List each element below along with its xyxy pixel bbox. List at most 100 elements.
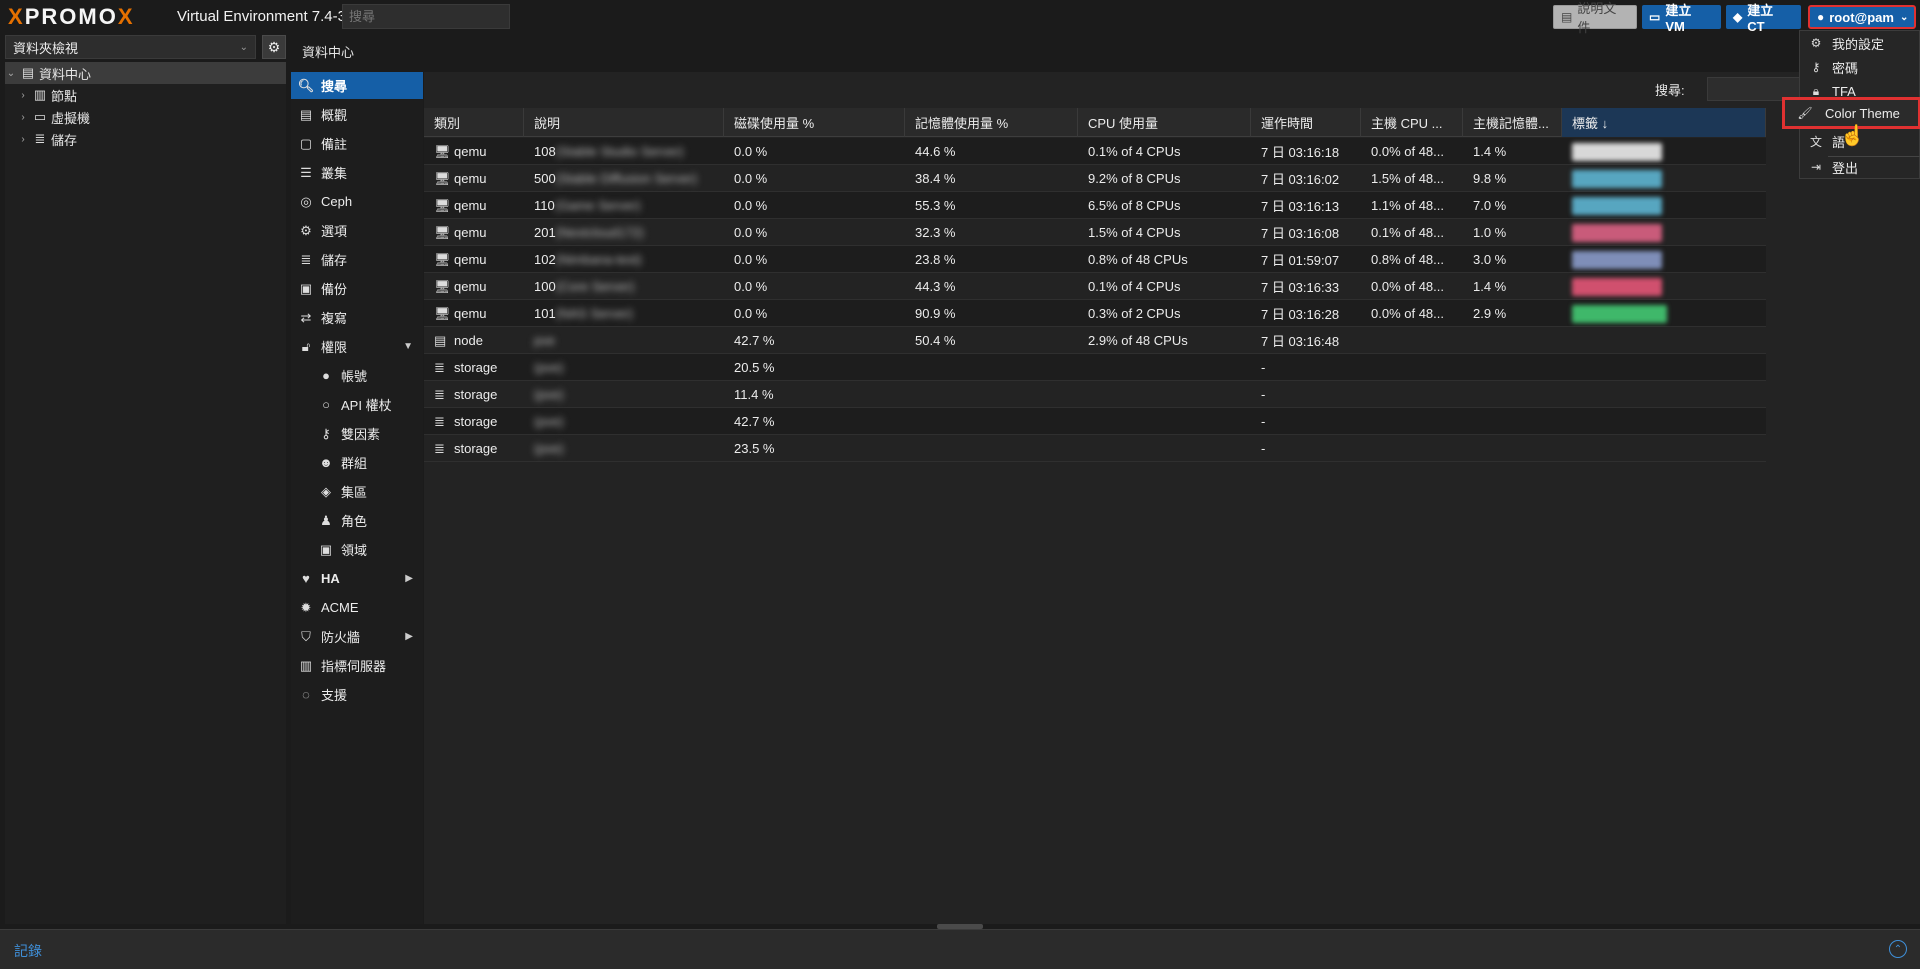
nav-item-realms[interactable]: ▣ 領域	[291, 536, 423, 563]
log-title[interactable]: 記錄	[14, 941, 42, 961]
user-menu-button[interactable]: ● root@pam ⌄	[1808, 5, 1916, 29]
resource-name: (NAS Server)	[555, 306, 633, 321]
table-row[interactable]: ≣ storage (pve) 11.4 % -	[424, 381, 1766, 408]
nav-item-ha[interactable]: ♥ HA ▶	[291, 565, 423, 592]
menu-item-password[interactable]: ⚷ 密碼	[1800, 55, 1920, 79]
table-cell: 🖥︎ qemu	[424, 165, 524, 192]
tree-item-nodes[interactable]: › ▥ 節點	[5, 84, 286, 106]
language-icon: 文	[1809, 134, 1822, 149]
table-row[interactable]: 🖥︎ qemu 100 (Core Server) 0.0 % 44.3 % 0.1% o…	[424, 273, 1766, 300]
table-cell: 2.9 %	[1463, 300, 1562, 327]
column-header[interactable]: CPU 使用量	[1078, 108, 1251, 137]
table-row[interactable]: ≣ storage (pve) 42.7 % -	[424, 408, 1766, 435]
table-row[interactable]: 🖥︎ qemu 102 (Nimbana-test) 0.0 % 23.8 % 0.8% …	[424, 246, 1766, 273]
table-cell: 1.4 %	[1463, 273, 1562, 300]
tag-badge[interactable]	[1572, 142, 1662, 161]
table-cell	[1361, 408, 1463, 435]
nav-item-roles[interactable]: ♟ 角色	[291, 507, 423, 534]
menu-label: Color Theme	[1825, 105, 1900, 121]
expand-icon[interactable]: ›	[17, 134, 29, 145]
table-row[interactable]: 🖥︎ qemu 101 (NAS Server) 0.0 % 90.9 % 0.3% of…	[424, 300, 1766, 327]
tree-item-datacenter[interactable]: ⌄ ▤ 資料中心	[5, 62, 286, 84]
nav-item-metric-server[interactable]: ▥ 指標伺服器	[291, 652, 423, 679]
column-header[interactable]: 磁碟使用量 %	[724, 108, 905, 137]
documentation-button[interactable]: ▤ 說明文件	[1553, 1, 1637, 35]
create-vm-button[interactable]: ▭ 建立 VM	[1642, 3, 1721, 34]
table-cell	[905, 435, 1078, 462]
expand-icon[interactable]: ›	[17, 90, 29, 101]
database-icon: ≣	[300, 251, 312, 267]
nav-item-cluster[interactable]: ☰ 叢集	[291, 159, 423, 186]
table-cell: 11.4 %	[724, 381, 905, 408]
proxmox-logo[interactable]: XPROMOX	[6, 4, 135, 30]
nav-item-replication[interactable]: ⇄ 複寫	[291, 304, 423, 331]
expand-icon[interactable]: ›	[17, 112, 29, 123]
column-header[interactable]: 主機 CPU ...	[1361, 108, 1463, 137]
global-search-input[interactable]	[342, 4, 510, 29]
caret-right-icon[interactable]: ▶	[405, 631, 413, 642]
nav-item-summary[interactable]: ▤ 概觀	[291, 101, 423, 128]
vm-running-icon: 🖥︎	[434, 251, 451, 267]
nav-item-notes[interactable]: ▢ 備註	[291, 130, 423, 157]
gear-icon: ⚙	[300, 222, 312, 238]
book-icon: ▤	[299, 106, 313, 122]
logo-mo: MO	[78, 4, 118, 29]
nav-item-options[interactable]: ⚙ 選項	[291, 217, 423, 244]
nav-item-storage[interactable]: ≣ 儲存	[291, 246, 423, 273]
table-row[interactable]: 🖥︎ qemu 500 (Stable Diffusion Server) 0.0 %…	[424, 165, 1766, 192]
column-header[interactable]: 類別	[424, 108, 524, 137]
table-cell: ▤ node	[424, 327, 524, 354]
table-cell: ≣ storage	[424, 381, 524, 408]
nav-item-search[interactable]: 🔍︎ 搜尋	[291, 72, 423, 99]
gear-icon[interactable]: ⚙	[262, 35, 286, 59]
nav-item-groups[interactable]: ☻ 群組	[291, 449, 423, 476]
column-header[interactable]: 說明	[524, 108, 724, 137]
nav-item-acme[interactable]: ✹ ACME	[291, 594, 423, 621]
caret-right-icon[interactable]: ▶	[405, 573, 413, 584]
table-row[interactable]: ▤ node pve 42.7 % 50.4 % 2.9% of 48 CPUs 7 日 0…	[424, 327, 1766, 354]
cell-text: 0.0% of 48...	[1371, 306, 1444, 321]
view-select[interactable]: 資料夾檢視 ⌄	[5, 35, 256, 59]
caret-down-icon[interactable]: ▼	[403, 341, 413, 352]
nav-item-firewall[interactable]: ⛉ 防火牆 ▶	[291, 623, 423, 650]
tag-badge[interactable]	[1572, 250, 1662, 269]
collapse-icon[interactable]: ⌄	[5, 68, 17, 79]
cell-text: 3.0 %	[1473, 252, 1507, 267]
column-header[interactable]: 標籤 ↓	[1562, 108, 1766, 137]
tag-badge[interactable]	[1572, 196, 1662, 215]
menu-item-my-settings[interactable]: ⚙ 我的設定	[1800, 31, 1920, 55]
nav-item-permissions[interactable]: 🔓︎ 權限 ▼	[291, 333, 423, 360]
nav-label: 權限	[321, 340, 348, 355]
nav-item-users[interactable]: ● 帳號	[291, 362, 423, 389]
column-header[interactable]: 運作時間	[1251, 108, 1361, 137]
nav-item-pools[interactable]: ◈ 集區	[291, 478, 423, 505]
nav-item-support[interactable]: ◌ 支援	[291, 681, 423, 708]
tag-badge[interactable]	[1572, 223, 1662, 242]
chevron-up-icon[interactable]: ⌃	[1889, 940, 1907, 958]
table-row[interactable]: 🖥︎ qemu 110 (Game Server) 0.0 % 55.3 % 6.5% o…	[424, 192, 1766, 219]
table-cell: 0.0 %	[724, 246, 905, 273]
nav-item-backup[interactable]: ▣ 備份	[291, 275, 423, 302]
tag-badge[interactable]	[1572, 277, 1662, 296]
table-row[interactable]: 🖥︎ qemu 108 (Stable Studio Server) 0.0 % 44.…	[424, 138, 1766, 165]
tree-item-storage[interactable]: › ≣ 儲存	[5, 128, 286, 150]
table-row[interactable]: ≣ storage (pve) 20.5 % -	[424, 354, 1766, 381]
column-header[interactable]: 記憶體使用量 %	[905, 108, 1078, 137]
nav-item-api-tokens[interactable]: ○ API 權杖	[291, 391, 423, 418]
table-cell	[1463, 435, 1562, 462]
table-row[interactable]: 🖥︎ qemu 201 (Nextcloud172) 0.0 % 32.3 % 1.5% …	[424, 219, 1766, 246]
create-ct-button[interactable]: ◆ 建立 CT	[1726, 3, 1801, 34]
create-ct-label: 建立 CT	[1747, 3, 1774, 34]
tree-item-vms[interactable]: › ▭ 虛擬機	[5, 106, 286, 128]
column-header[interactable]: 主機記憶體...	[1463, 108, 1562, 137]
type-label: qemu	[454, 279, 487, 294]
table-cell: 7 日 03:16:02	[1251, 165, 1361, 192]
resource-name: (Game Server)	[554, 198, 641, 213]
nav-item-ceph[interactable]: ◎ Ceph	[291, 188, 423, 215]
tag-badge[interactable]	[1572, 169, 1662, 188]
table-row[interactable]: ≣ storage (pve) 23.5 % -	[424, 435, 1766, 462]
tag-badge[interactable]	[1572, 304, 1667, 323]
menu-item-logout[interactable]: ⇥ 登出	[1800, 155, 1920, 179]
nav-item-two-factor[interactable]: ⚷ 雙因素	[291, 420, 423, 447]
ceph-icon: ◎	[300, 193, 312, 209]
